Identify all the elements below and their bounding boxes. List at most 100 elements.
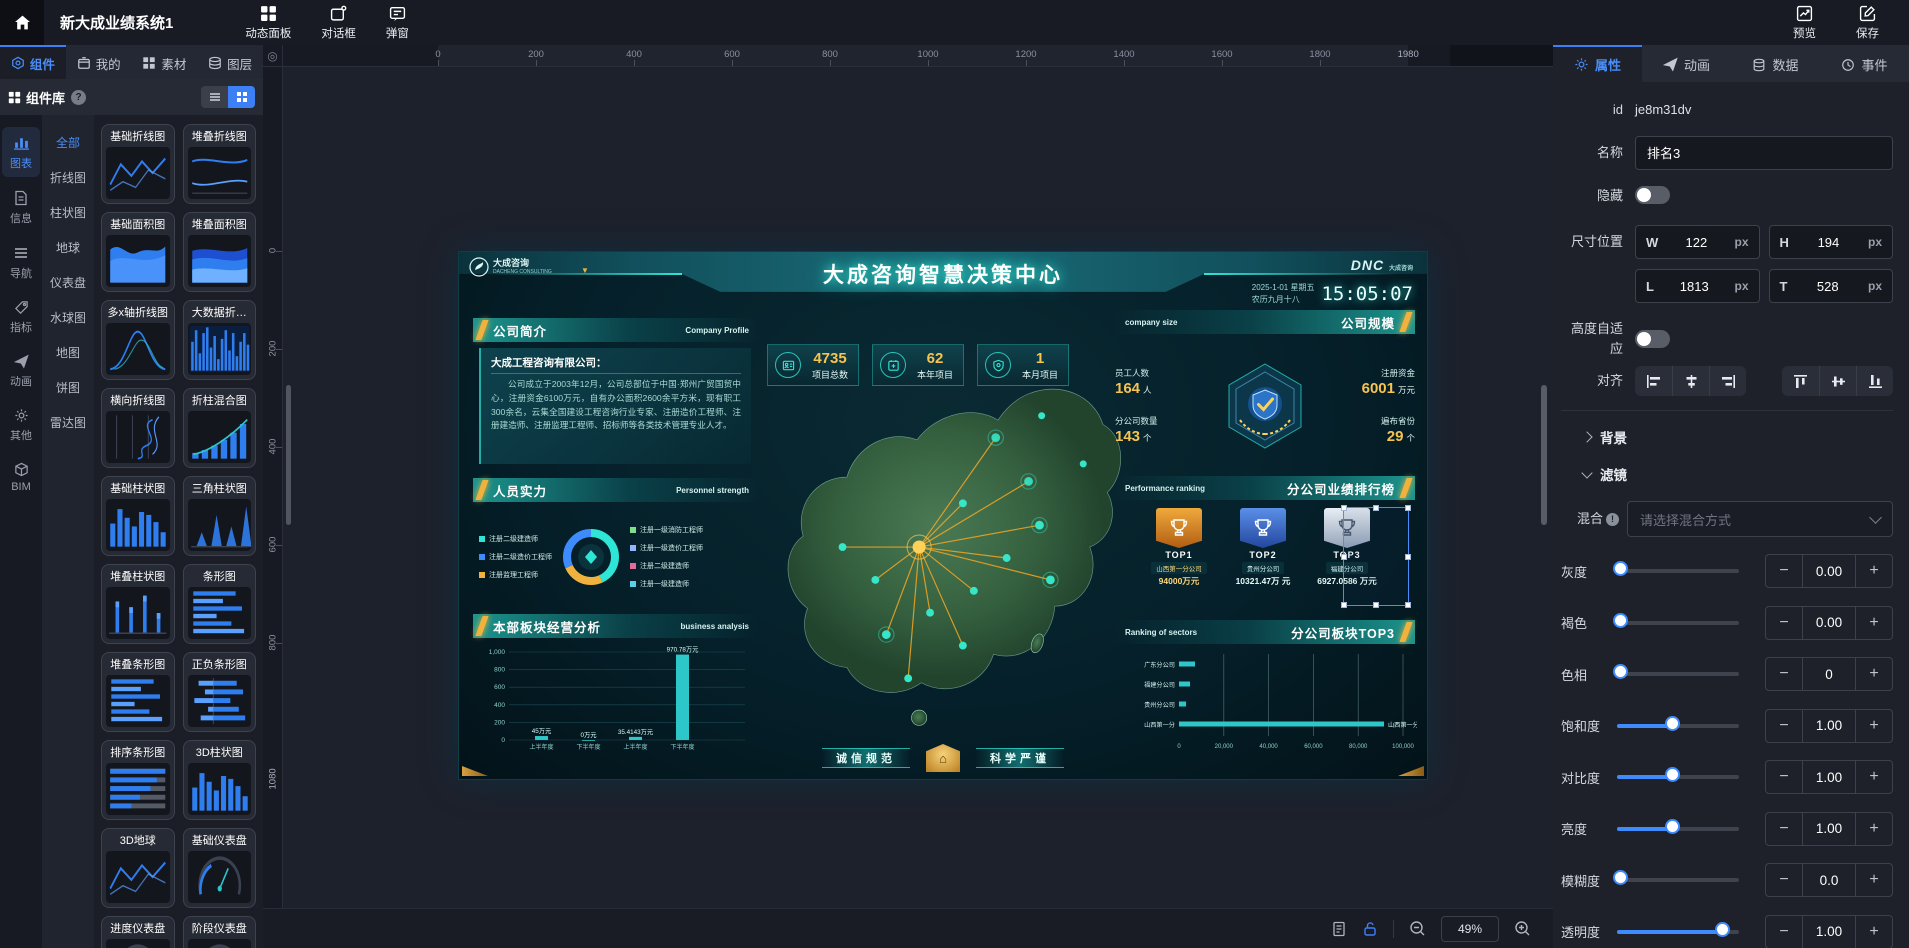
left-input[interactable]: L1813px: [1635, 269, 1760, 303]
component-card-基础面积图[interactable]: 基础面积图: [101, 212, 175, 292]
component-card-大数据折[interactable]: 大数据折…: [183, 300, 257, 380]
subcategory-水球图[interactable]: 水球图: [42, 300, 94, 335]
left-tab-materials[interactable]: 素材: [132, 45, 198, 79]
category-指标[interactable]: 指标: [2, 293, 40, 341]
component-card-进度仪表盘[interactable]: 进度仪表盘: [101, 916, 175, 948]
inspector-tab-data[interactable]: 数据: [1731, 45, 1820, 82]
selection-handle[interactable]: [1405, 554, 1411, 560]
canvas-content[interactable]: 大成咨询智慧决策中心 大成咨询DACHENG CONSULTING ▼ DNC …: [283, 67, 1553, 908]
slider-track[interactable]: [1617, 878, 1739, 882]
decrement-button[interactable]: −: [1766, 607, 1802, 639]
unlock-icon[interactable]: [1362, 921, 1378, 937]
slider-track[interactable]: [1617, 724, 1739, 728]
decrement-button[interactable]: −: [1766, 916, 1802, 948]
slider-track[interactable]: [1617, 930, 1739, 934]
category-导航[interactable]: 导航: [2, 238, 40, 287]
popup-button[interactable]: 弹窗: [386, 5, 409, 41]
component-card-3D地球[interactable]: 3D地球: [101, 828, 175, 908]
category-其他[interactable]: 其他: [2, 401, 40, 449]
inspector-tab-animation[interactable]: 动画: [1642, 45, 1731, 82]
zoom-level[interactable]: 49%: [1441, 916, 1499, 942]
increment-button[interactable]: +: [1856, 813, 1892, 845]
slider-knob[interactable]: [1665, 819, 1680, 834]
subcategory-折线图[interactable]: 折线图: [42, 160, 94, 195]
selection-handle[interactable]: [1341, 505, 1347, 511]
align-center-h-button[interactable]: [1672, 366, 1709, 396]
subcategory-仪表盘[interactable]: 仪表盘: [42, 265, 94, 300]
filter-section[interactable]: 滤镜: [1583, 464, 1893, 484]
component-card-条形图[interactable]: 条形图: [183, 564, 257, 644]
slider-track[interactable]: [1617, 775, 1739, 779]
left-tab-components[interactable]: 组件: [0, 45, 66, 79]
top-input[interactable]: T528px: [1769, 269, 1894, 303]
selection-handle[interactable]: [1405, 602, 1411, 608]
dialog-button[interactable]: 对话框: [321, 5, 356, 41]
slider-track[interactable]: [1617, 621, 1739, 625]
component-card-正负条形图[interactable]: 正负条形图: [183, 652, 257, 732]
increment-button[interactable]: +: [1856, 555, 1892, 587]
grid-view-button[interactable]: [228, 86, 255, 108]
align-bottom-button[interactable]: [1856, 366, 1893, 396]
canvas-scrollbar-left[interactable]: [286, 385, 291, 525]
decrement-button[interactable]: −: [1766, 813, 1802, 845]
autoheight-toggle[interactable]: [1635, 330, 1670, 348]
list-view-button[interactable]: [201, 86, 228, 108]
component-card-基础仪表盘[interactable]: 基础仪表盘: [183, 828, 257, 908]
align-right-button[interactable]: [1709, 366, 1746, 396]
name-input[interactable]: 排名3: [1635, 136, 1893, 170]
component-card-排序条形图[interactable]: 排序条形图: [101, 740, 175, 820]
left-tab-layers[interactable]: 图层: [197, 45, 263, 79]
inspector-tab-events[interactable]: 事件: [1820, 45, 1909, 82]
slider-value[interactable]: 1.00: [1802, 761, 1856, 793]
slider-knob[interactable]: [1613, 561, 1628, 576]
left-tab-mine[interactable]: 我的: [66, 45, 132, 79]
increment-button[interactable]: +: [1856, 658, 1892, 690]
increment-button[interactable]: +: [1856, 761, 1892, 793]
category-信息[interactable]: 信息: [2, 183, 40, 232]
help-icon[interactable]: ?: [71, 90, 86, 105]
slider-knob[interactable]: [1665, 767, 1680, 782]
blend-mode-select[interactable]: 请选择混合方式: [1627, 501, 1893, 537]
inspector-tab-properties[interactable]: 属性: [1553, 45, 1642, 82]
selection-handle[interactable]: [1373, 602, 1379, 608]
width-input[interactable]: W122px: [1635, 225, 1760, 259]
save-button[interactable]: 保存: [1856, 5, 1879, 41]
slider-knob[interactable]: [1613, 613, 1628, 628]
component-card-横向折线图[interactable]: 横向折线图: [101, 388, 175, 468]
slider-value[interactable]: 1.00: [1802, 916, 1856, 948]
subcategory-地图[interactable]: 地图: [42, 335, 94, 370]
height-input[interactable]: H194px: [1769, 225, 1894, 259]
align-left-button[interactable]: [1635, 366, 1672, 396]
decrement-button[interactable]: −: [1766, 555, 1802, 587]
selection-box[interactable]: [1343, 507, 1409, 606]
slider-value[interactable]: 0.0: [1802, 864, 1856, 896]
canvas-scrollbar-right[interactable]: [1541, 385, 1547, 525]
component-card-基础柱状图[interactable]: 基础柱状图: [101, 476, 175, 556]
decrement-button[interactable]: −: [1766, 710, 1802, 742]
dashboard-artboard[interactable]: 大成咨询智慧决策中心 大成咨询DACHENG CONSULTING ▼ DNC …: [458, 251, 1428, 780]
zoom-in-icon[interactable]: [1514, 920, 1531, 937]
subcategory-雷达图[interactable]: 雷达图: [42, 405, 94, 440]
align-top-button[interactable]: [1782, 366, 1819, 396]
slider-knob[interactable]: [1715, 922, 1730, 937]
preview-button[interactable]: 预览: [1793, 5, 1816, 41]
subcategory-柱状图[interactable]: 柱状图: [42, 195, 94, 230]
decrement-button[interactable]: −: [1766, 658, 1802, 690]
slider-knob[interactable]: [1613, 870, 1628, 885]
page-outline-icon[interactable]: [1331, 921, 1347, 937]
hide-toggle[interactable]: [1635, 186, 1670, 204]
decrement-button[interactable]: −: [1766, 864, 1802, 896]
align-middle-v-button[interactable]: [1819, 366, 1856, 396]
slider-value[interactable]: 0: [1802, 658, 1856, 690]
canvas-area[interactable]: ◎ 0 200 400 600 800 1000 1200 1400: [263, 45, 1553, 948]
category-动画[interactable]: 动画: [2, 347, 40, 395]
component-card-三角柱状图[interactable]: 三角柱状图: [183, 476, 257, 556]
component-card-阶段仪表盘[interactable]: 阶段仪表盘: [183, 916, 257, 948]
slider-value[interactable]: 1.00: [1802, 813, 1856, 845]
slider-value[interactable]: 1.00: [1802, 710, 1856, 742]
slider-value[interactable]: 0.00: [1802, 555, 1856, 587]
increment-button[interactable]: +: [1856, 916, 1892, 948]
slider-track[interactable]: [1617, 569, 1739, 573]
home-button[interactable]: [0, 0, 44, 45]
slider-knob[interactable]: [1613, 664, 1628, 679]
